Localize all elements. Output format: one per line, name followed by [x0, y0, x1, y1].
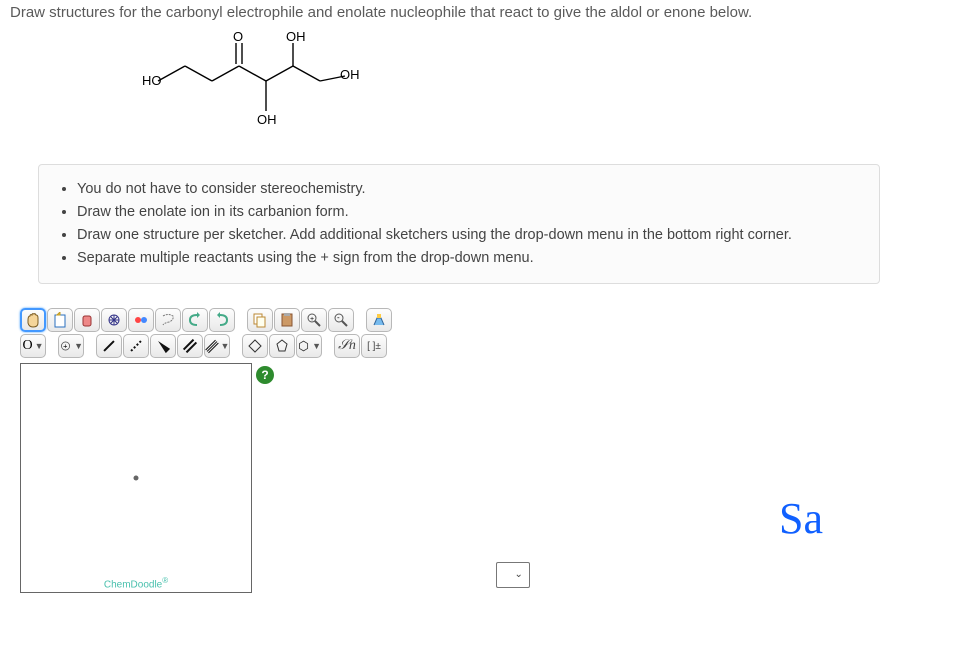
instructions-box: You do not have to consider stereochemis…: [38, 164, 880, 284]
help-button[interactable]: ?: [256, 366, 274, 384]
ring-tool-3[interactable]: ▼: [296, 334, 322, 358]
single-bond-tool[interactable]: [96, 334, 122, 358]
clean-tool[interactable]: [366, 308, 392, 332]
scale-tool[interactable]: [101, 308, 127, 332]
ring-tool-1[interactable]: [242, 334, 268, 358]
toolbar-row-1: + -: [20, 308, 530, 332]
grab-tool[interactable]: [20, 308, 46, 332]
instruction-item: Draw one structure per sketcher. Add add…: [77, 225, 859, 246]
double-bond-tool[interactable]: [177, 334, 203, 358]
redo-button[interactable]: [209, 308, 235, 332]
wedge-bond-tool[interactable]: [150, 334, 176, 358]
question-text: Draw structures for the carbonyl electro…: [10, 4, 890, 21]
canvas-center-dot: [134, 476, 139, 481]
toolbar-row-2: O▼ +▼ ▼ ▼ 𝒮n [ ]±: [20, 334, 530, 358]
copy-button[interactable]: [247, 308, 273, 332]
label-oh-right: OH: [340, 67, 360, 82]
svg-text:+: +: [310, 316, 314, 323]
product-structure: HO O OH OH OH: [140, 31, 890, 144]
label-oh-bottom: OH: [257, 112, 277, 127]
instruction-item: Draw the enolate ion in its carbanion fo…: [77, 202, 859, 223]
instruction-item: You do not have to consider stereochemis…: [77, 179, 859, 200]
eraser-tool[interactable]: [74, 308, 100, 332]
lasso-tool[interactable]: [155, 308, 181, 332]
label-oh-top: OH: [286, 31, 306, 44]
instruction-item: Separate multiple reactants using the + …: [77, 248, 859, 269]
svg-text:-: -: [337, 313, 340, 322]
chevron-down-icon: ⌄: [515, 569, 523, 580]
handwritten-annotation: Sa: [779, 493, 823, 544]
element-picker[interactable]: O▼: [20, 334, 46, 358]
add-sketcher-dropdown[interactable]: ⌄: [496, 562, 530, 588]
brackets-tool[interactable]: [ ]±: [361, 334, 387, 358]
paste-button[interactable]: [274, 308, 300, 332]
charge-tool[interactable]: +▼: [58, 334, 84, 358]
zoom-in-button[interactable]: +: [301, 308, 327, 332]
svg-text:+: +: [63, 342, 67, 351]
atoms-tool[interactable]: [128, 308, 154, 332]
ring-tool-2[interactable]: [269, 334, 295, 358]
dash-bond-tool[interactable]: ▼: [204, 334, 230, 358]
undo-button[interactable]: [182, 308, 208, 332]
label-ho: HO: [142, 73, 162, 88]
chemdoodle-branding: ChemDoodle®: [104, 576, 168, 590]
label-o: O: [233, 31, 243, 44]
script-tool[interactable]: 𝒮n: [334, 334, 360, 358]
drawing-canvas[interactable]: ChemDoodle®: [20, 363, 252, 593]
sketcher: + - O▼ +▼ ▼: [20, 308, 530, 596]
zoom-out-button[interactable]: -: [328, 308, 354, 332]
open-tool[interactable]: [47, 308, 73, 332]
dotted-bond-tool[interactable]: [123, 334, 149, 358]
